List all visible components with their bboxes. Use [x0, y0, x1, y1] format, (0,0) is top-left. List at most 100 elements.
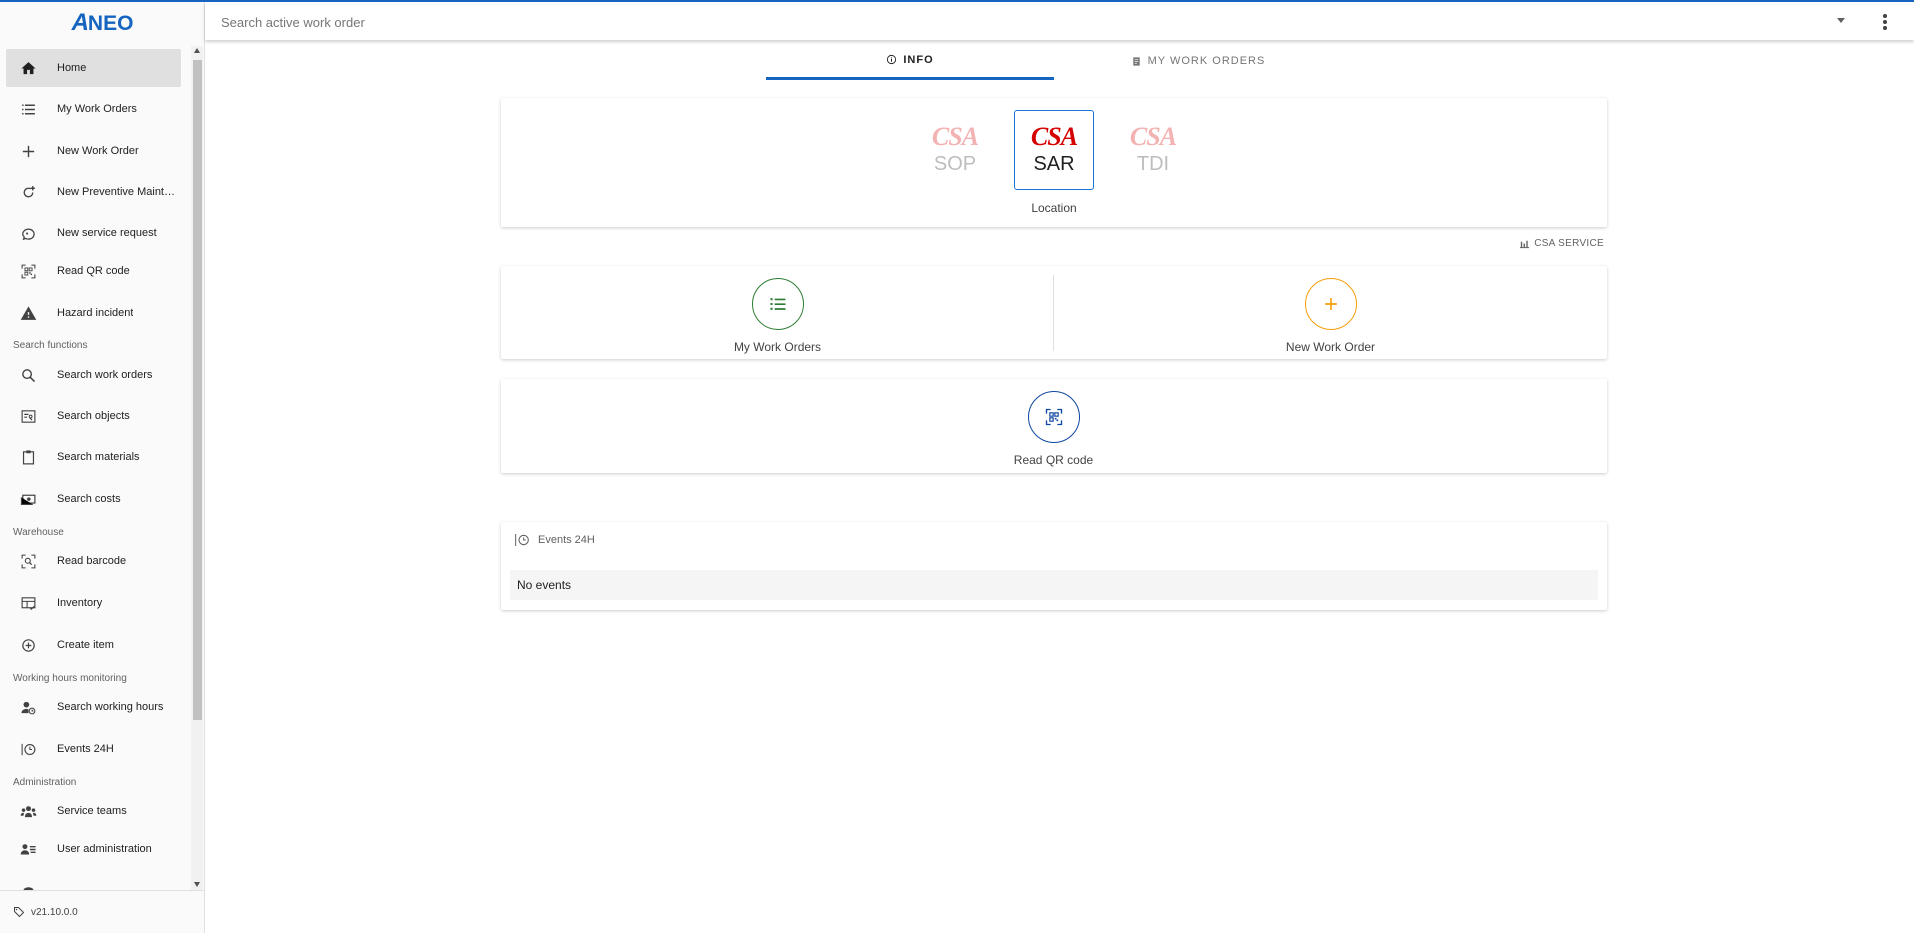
csa-logo: CSA [931, 122, 979, 151]
location-card: CSA SOP CSA SAR CSA TDI Location [501, 98, 1607, 227]
sidebar-item-label: My Work Orders [57, 103, 137, 115]
version-label: v21.10.0.0 [31, 906, 78, 918]
sidebar-item-home[interactable]: Home [6, 49, 181, 87]
building-icon [1520, 240, 1530, 249]
my-work-orders-action[interactable]: My Work Orders [501, 266, 1054, 359]
location-sop[interactable]: CSA SOP [915, 110, 995, 190]
csa-logo: CSA [1129, 122, 1177, 151]
person-clock-icon [14, 693, 42, 721]
sidebar-item-user-administration[interactable]: User administration [6, 830, 181, 868]
location-name: SAR [1033, 153, 1075, 175]
tab-info[interactable]: INFO [766, 42, 1054, 80]
sidebar-item-read-barcode[interactable]: Read barcode [6, 542, 181, 580]
location-sar[interactable]: CSA SAR [1014, 110, 1094, 190]
scroll-thumb[interactable] [193, 60, 202, 720]
sidebar-item-new-work-order[interactable]: New Work Order [6, 132, 181, 170]
sidebar-item-my-work-orders[interactable]: My Work Orders [6, 90, 181, 128]
plus-icon [1304, 278, 1357, 330]
main-tabs: INFO MY WORK ORDERS [766, 42, 1342, 80]
sidebar-item-service-teams[interactable]: Service teams [6, 792, 181, 830]
sidebar-item-search-work-orders[interactable]: Search work orders [6, 356, 181, 394]
section-working-hours-monitoring: Working hours monitoring [13, 673, 127, 684]
tab-label: MY WORK ORDERS [1147, 55, 1266, 67]
object-list-icon [14, 402, 42, 430]
sidebar-item-hazard-incident[interactable]: Hazard incident [6, 294, 181, 332]
sidebar-item-create-item[interactable]: Create item [6, 626, 181, 664]
tab-my-work-orders[interactable]: MY WORK ORDERS [1054, 42, 1342, 80]
sidebar-item-label: New Work Order [57, 145, 139, 157]
info-icon [887, 54, 897, 65]
action-label: My Work Orders [733, 340, 822, 354]
sidebar-scrollbar[interactable] [191, 46, 203, 890]
chevron-down-icon[interactable] [1837, 18, 1845, 23]
sidebar-item-label: Search materials [57, 451, 140, 463]
service-request-icon [14, 219, 42, 247]
sidebar-item-label: Read barcode [57, 555, 127, 567]
more-vert-icon[interactable] [1875, 10, 1895, 34]
history-icon [515, 534, 529, 546]
search-icon [14, 361, 42, 389]
sidebar-item-label: Search working hours [57, 701, 164, 713]
sidebar-item-search-objects[interactable]: Search objects [6, 397, 181, 435]
events-card: Events 24H No events [501, 522, 1607, 610]
home-icon [14, 54, 42, 82]
action-label: Read QR code [1013, 453, 1094, 467]
sidebar-item-events-24h[interactable]: Events 24H [6, 730, 181, 768]
sidebar-item-label: Search objects [57, 410, 130, 422]
sidebar-item-label: User administration [57, 843, 152, 855]
service-name: CSA SERVICE [1534, 238, 1604, 249]
qr-code-icon [14, 257, 42, 285]
sidebar-item-label: Home [57, 62, 87, 74]
location-name: SOP [933, 153, 977, 175]
version-footer: v21.10.0.0 [0, 890, 204, 933]
sidebar-item-new-preventive-maintenance[interactable]: New Preventive Maintenance [6, 173, 181, 211]
inventory-icon [14, 589, 42, 617]
logo-text: ANEO [71, 9, 134, 36]
list-icon [751, 278, 804, 330]
location-label: Location [1031, 201, 1077, 215]
sidebar-item-label: Inventory [57, 597, 103, 609]
new-work-order-action[interactable]: New Work Order [1054, 266, 1607, 359]
scroll-up-arrow-icon[interactable] [194, 48, 200, 53]
scroll-down-arrow-icon[interactable] [194, 882, 200, 887]
sidebar-item-search-materials[interactable]: Search materials [6, 438, 181, 476]
sidebar-item-new-service-request[interactable]: New service request [6, 214, 181, 252]
sidebar-item-inventory[interactable]: Inventory [6, 584, 181, 622]
location-tdi[interactable]: CSA TDI [1113, 110, 1193, 190]
action-label: New Work Order [1285, 340, 1376, 354]
search-input[interactable] [221, 10, 1821, 34]
events-title: Events 24H [538, 534, 595, 546]
sidebar-item-cut-off[interactable] [6, 872, 181, 890]
tab-label: INFO [903, 53, 934, 66]
barcode-scan-icon [14, 547, 42, 575]
read-qr-card: Read QR code [501, 379, 1607, 473]
team-icon [14, 797, 42, 825]
sidebar: ANEO Home My Work Orders New Work Order … [0, 2, 205, 933]
sidebar-item-label: Events 24H [57, 743, 114, 755]
sidebar-nav: Home My Work Orders New Work Order New P… [0, 46, 191, 890]
document-icon [1132, 56, 1140, 66]
list-icon [14, 95, 42, 123]
sidebar-item-read-qr-code[interactable]: Read QR code [6, 252, 181, 290]
warning-icon [14, 299, 42, 327]
app-logo[interactable]: ANEO [0, 2, 205, 44]
add-circle-icon [14, 631, 42, 659]
read-qr-action[interactable]: Read QR code [777, 379, 1330, 472]
sidebar-item-search-costs[interactable]: Search costs [6, 480, 181, 518]
location-name: TDI [1136, 153, 1170, 175]
service-label: CSA SERVICE [1519, 238, 1604, 249]
quick-actions-card: My Work Orders New Work Order [501, 266, 1607, 359]
sidebar-item-label: Search costs [57, 493, 121, 505]
refresh-plus-icon [14, 178, 42, 206]
money-icon [14, 485, 42, 513]
clipboard-icon [14, 443, 42, 471]
sidebar-item-label: Service teams [57, 805, 127, 817]
sidebar-item-label: Hazard incident [57, 307, 134, 319]
service-row: CSA SERVICE [501, 238, 1607, 254]
search-bar [205, 2, 1914, 40]
events-empty-message: No events [510, 570, 1598, 600]
history-icon [14, 735, 42, 763]
sidebar-item-search-working-hours[interactable]: Search working hours [6, 688, 181, 726]
csa-logo: CSA [1030, 122, 1078, 151]
partial-icon [14, 877, 42, 890]
